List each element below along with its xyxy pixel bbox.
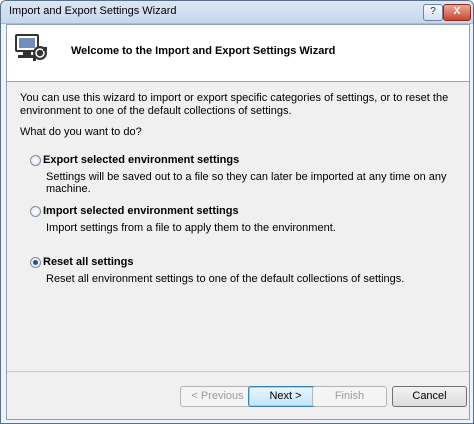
wizard-window: Import and Export Settings Wizard ? X We…: [0, 0, 474, 424]
page-title: Welcome to the Import and Export Setting…: [71, 45, 336, 57]
wizard-computer-icon: [15, 34, 47, 61]
wizard-client-area: Welcome to the Import and Export Setting…: [6, 24, 470, 420]
export-settings-label[interactable]: Export selected environment settings: [43, 154, 239, 166]
cancel-button[interactable]: Cancel: [392, 386, 467, 407]
reset-settings-description: Reset all environment settings to one of…: [46, 273, 405, 285]
import-settings-description: Import settings from a file to apply the…: [46, 222, 336, 234]
intro-text: You can use this wizard to import or exp…: [20, 92, 449, 117]
footer-separator: [7, 371, 469, 372]
close-button[interactable]: X: [443, 4, 471, 21]
import-settings-radio[interactable]: [30, 206, 41, 217]
import-settings-label[interactable]: Import selected environment settings: [43, 205, 239, 217]
question-label: What do you want to do?: [20, 126, 142, 138]
export-settings-radio[interactable]: [30, 155, 41, 166]
previous-button[interactable]: < Previous: [180, 386, 255, 407]
finish-button[interactable]: Finish: [312, 386, 387, 407]
export-settings-description: Settings will be saved out to a file so …: [46, 171, 447, 195]
reset-settings-label[interactable]: Reset all settings: [43, 256, 133, 268]
help-button[interactable]: ?: [423, 4, 443, 21]
window-title: Import and Export Settings Wizard: [9, 5, 177, 17]
title-bar: Import and Export Settings Wizard ? X: [1, 1, 473, 24]
wizard-header: Welcome to the Import and Export Setting…: [7, 25, 469, 82]
reset-settings-radio[interactable]: [30, 257, 41, 268]
